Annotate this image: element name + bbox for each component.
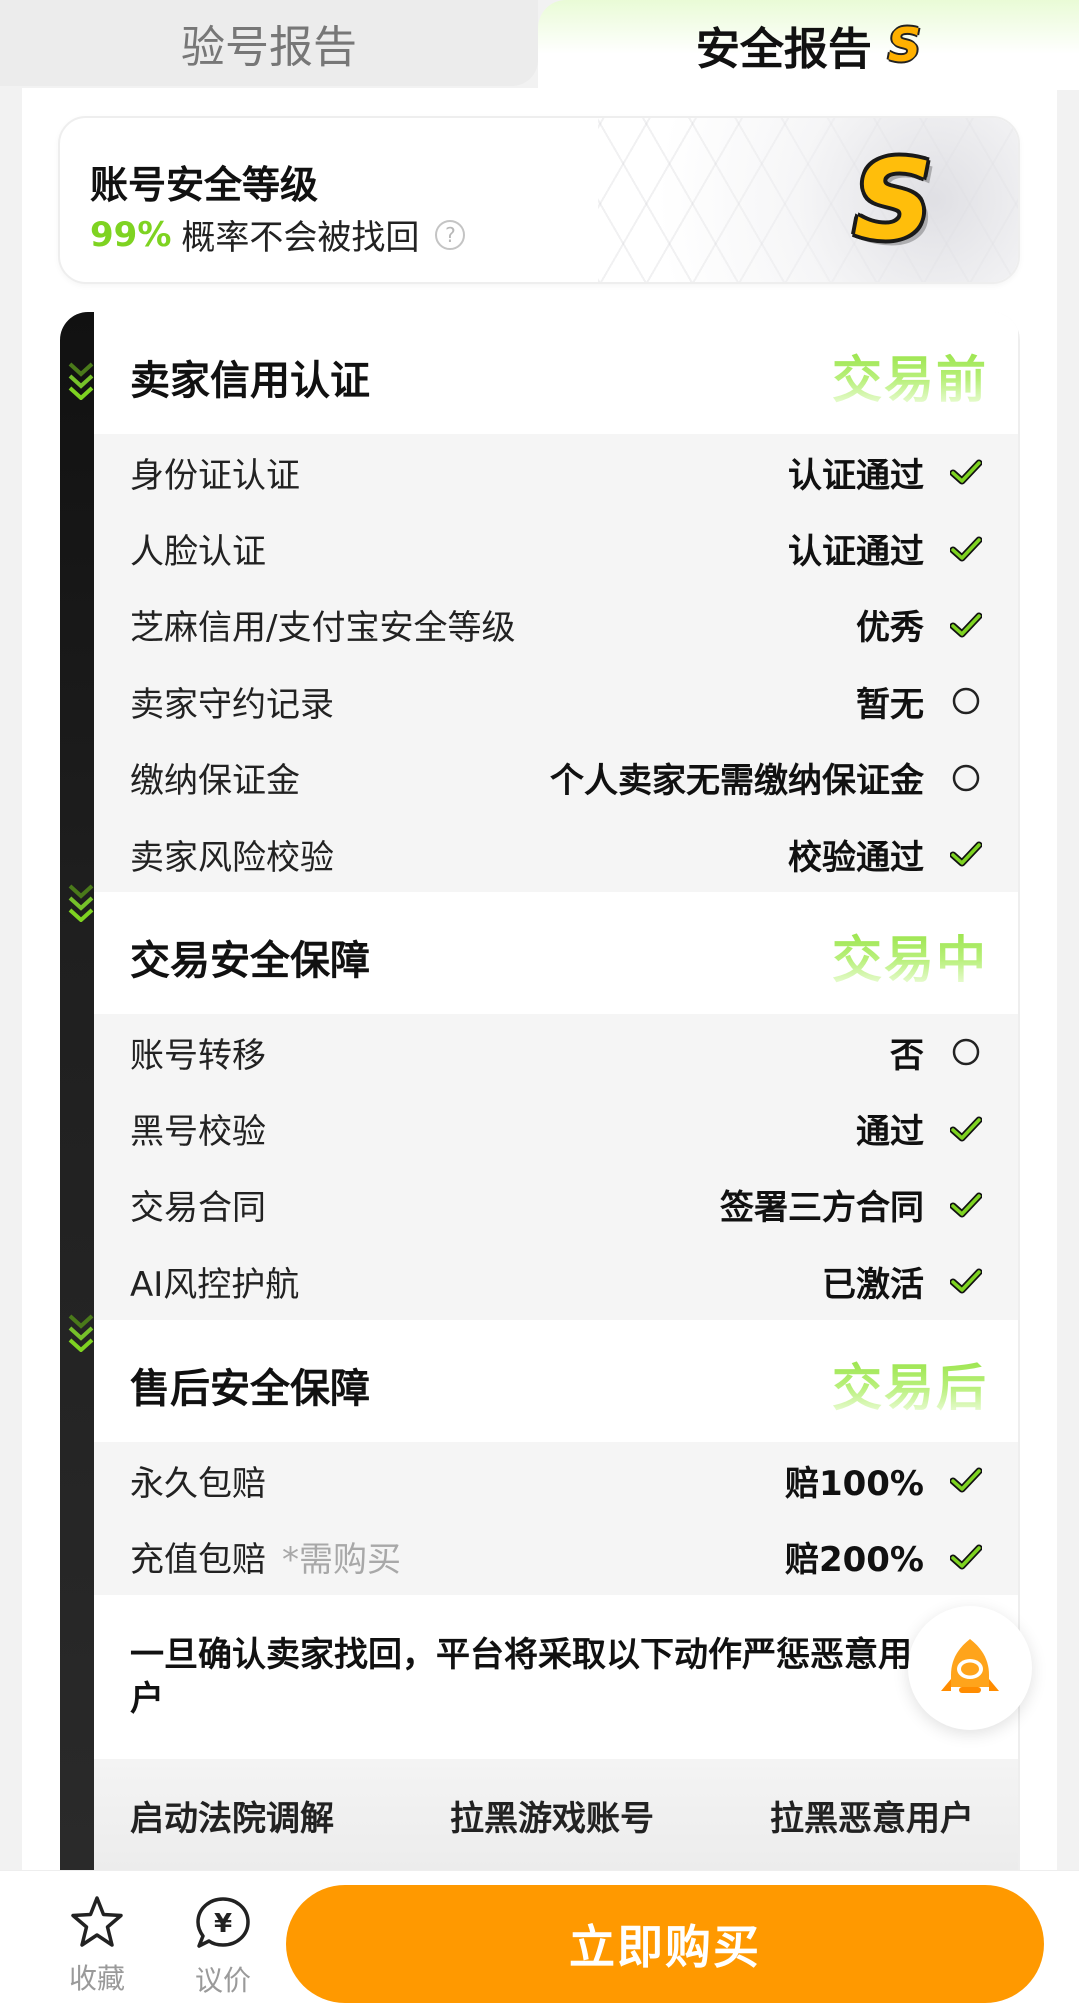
rocket-mascot-icon <box>941 1639 999 1693</box>
item-value: 个人卖家无需缴纳保证金 <box>550 761 924 802</box>
check-icon <box>950 456 982 488</box>
item-value: 已激活 <box>822 1264 924 1305</box>
list-item: 身份证认证 认证通过 <box>94 434 1018 510</box>
check-icon <box>950 1464 982 1496</box>
item-value: 通过 <box>856 1112 924 1153</box>
help-icon[interactable]: ? <box>435 219 466 250</box>
check-icon <box>950 1265 982 1297</box>
list-item: 账号转移 否 <box>94 1014 1018 1090</box>
action-ban-malicious-user: 拉黑恶意用户 <box>770 1799 974 1839</box>
section-rows: 身份证认证 认证通过 人脸认证 认证通过 芝麻信用/支付宝安全等级 优秀 卖家守… <box>94 434 1018 893</box>
check-icon <box>950 1541 982 1573</box>
item-label: 芝麻信用/支付宝安全等级 <box>130 608 516 649</box>
section-title: 交易安全保障 <box>130 938 370 984</box>
list-item: 充值包赔 *需购买 赔200% <box>94 1518 1018 1594</box>
item-label: 充值包赔 <box>130 1540 266 1581</box>
s-grade-badge-icon: S <box>887 18 922 72</box>
chevron-down-icon <box>68 884 94 922</box>
section-stage-label: 交易后 <box>832 1348 988 1420</box>
check-icon <box>950 533 982 565</box>
level-description-text: 概率不会被找回 <box>181 218 420 258</box>
item-note: *需购买 <box>282 1540 401 1581</box>
section-header-seller-credit: 卖家信用认证 交易前 <box>94 312 1018 434</box>
check-icon <box>950 1189 982 1221</box>
section-title: 卖家信用认证 <box>130 358 370 404</box>
list-item: 芝麻信用/支付宝安全等级 优秀 <box>94 587 1018 663</box>
item-value: 认证通过 <box>788 532 924 573</box>
tab-inspection-report[interactable]: 验号报告 <box>0 0 538 86</box>
hexagon-pattern-background <box>598 118 1018 282</box>
buy-now-label: 立即购买 <box>569 1920 761 1974</box>
report-tabs: 验号报告 安全报告 S <box>0 0 1079 90</box>
item-value: 校验通过 <box>788 837 924 878</box>
list-item: 黑号校验 通过 <box>94 1090 1018 1166</box>
item-value: 签署三方合同 <box>720 1188 924 1229</box>
security-level-card: 账号安全等级 99% 概率不会被找回 ? S <box>58 116 1020 284</box>
tab-security-label: 安全报告 <box>695 24 872 75</box>
item-value: 赔200% <box>784 1540 924 1581</box>
action-court-mediation: 启动法院调解 <box>130 1799 334 1839</box>
tab-security-report[interactable]: 安全报告 S <box>538 0 1079 90</box>
section-rows: 永久包赔 赔100% 充值包赔 *需购买 赔200% <box>94 1442 1018 1595</box>
report-body: 卖家信用认证 交易前 身份证认证 认证通过 人脸认证 认证通过 芝麻信用/支付宝… <box>94 312 1020 1872</box>
penalty-actions: 启动法院调解 拉黑游戏账号 拉黑恶意用户 <box>94 1759 1018 1872</box>
section-rows: 账号转移 否 黑号校验 通过 交易合同 签署三方合同 AI风控护航 已激活 <box>94 1014 1018 1320</box>
item-label: 人脸认证 <box>130 532 266 573</box>
penalty-notice: 一旦确认卖家找回，平台将采取以下动作严惩恶意用户 <box>130 1635 912 1719</box>
section-title: 售后安全保障 <box>130 1366 370 1412</box>
empty-circle-icon <box>950 1036 982 1068</box>
list-item: 卖家风险校验 校验通过 <box>94 816 1018 892</box>
empty-circle-icon <box>950 762 982 794</box>
section-header-after-sales: 售后安全保障 交易后 <box>94 1320 1018 1442</box>
s-grade-icon: S <box>853 136 933 264</box>
item-label: 卖家风险校验 <box>130 837 334 878</box>
section-header-trade-safety: 交易安全保障 交易中 <box>94 892 1018 1014</box>
list-item: 人脸认证 认证通过 <box>94 510 1018 586</box>
check-icon <box>950 1113 982 1145</box>
yen-bubble-icon: ¥ <box>196 1897 250 1948</box>
list-item: 交易合同 签署三方合同 <box>94 1167 1018 1243</box>
buy-now-button[interactable]: 立即购买 <box>286 1885 1044 2003</box>
item-value: 赔100% <box>784 1463 924 1504</box>
list-item: 永久包赔 赔100% <box>94 1442 1018 1518</box>
recovery-probability: 99% <box>90 214 172 255</box>
item-value: 暂无 <box>856 684 924 725</box>
bottom-action-bar: 收藏 ¥ 议价 立即购买 <box>0 1870 1079 2015</box>
section-stage-label: 交易前 <box>832 340 988 412</box>
item-value: 认证通过 <box>788 455 924 496</box>
item-label: 卖家守约记录 <box>130 684 334 725</box>
bargain-label: 议价 <box>194 1964 251 1997</box>
check-icon <box>950 609 982 641</box>
check-icon <box>950 838 982 870</box>
tab-inspection-label: 验号报告 <box>181 22 357 73</box>
list-item: 缴纳保证金 个人卖家无需缴纳保证金 <box>94 740 1018 816</box>
empty-circle-icon <box>950 685 982 717</box>
floating-assistant-button[interactable] <box>908 1606 1032 1730</box>
favorite-label: 收藏 <box>68 1962 125 1995</box>
star-icon <box>71 1896 123 1947</box>
section-stage-label: 交易中 <box>832 920 988 992</box>
yen-symbol: ¥ <box>214 1909 232 1939</box>
level-title: 账号安全等级 <box>90 163 319 207</box>
item-label: 交易合同 <box>130 1188 266 1229</box>
item-label: 身份证认证 <box>130 455 300 496</box>
security-report: 卖家信用认证 交易前 身份证认证 认证通过 人脸认证 认证通过 芝麻信用/支付宝… <box>60 312 1020 1872</box>
bargain-button[interactable]: ¥ 议价 <box>168 1895 278 1999</box>
level-description: 99% 概率不会被找回 ? <box>90 210 466 259</box>
list-item: AI风控护航 已激活 <box>94 1243 1018 1319</box>
item-label: AI风控护航 <box>130 1264 300 1305</box>
chevron-down-icon <box>68 1314 94 1352</box>
item-label: 永久包赔 <box>130 1463 266 1504</box>
action-ban-game-account: 拉黑游戏账号 <box>450 1799 654 1839</box>
chevron-down-icon <box>68 362 94 400</box>
item-value: 优秀 <box>856 608 924 649</box>
item-value: 否 <box>890 1035 924 1076</box>
item-label: 账号转移 <box>130 1035 266 1076</box>
favorite-button[interactable]: 收藏 <box>42 1895 152 1997</box>
list-item: 卖家守约记录 暂无 <box>94 663 1018 739</box>
item-label: 缴纳保证金 <box>130 761 300 802</box>
item-label: 黑号校验 <box>130 1112 266 1153</box>
